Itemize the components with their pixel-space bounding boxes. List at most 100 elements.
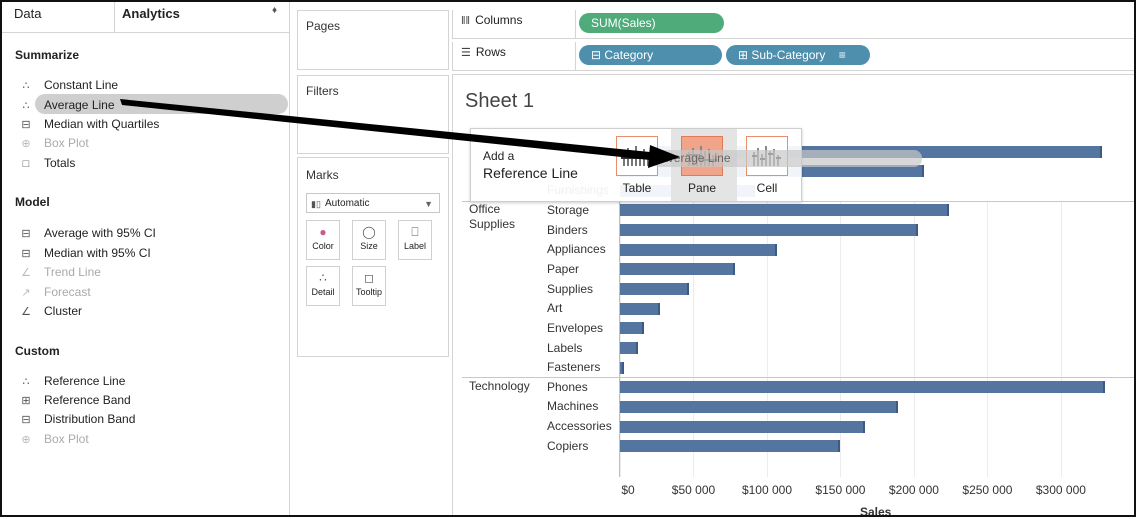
- cell-option-label: Cell: [756, 181, 778, 195]
- analytics-item-reference-band[interactable]: ⊞ Reference Band: [18, 391, 131, 409]
- bar-appliances[interactable]: [620, 244, 777, 256]
- analytics-item-label: Cluster: [44, 304, 83, 318]
- analytics-item-box-plot: ⊕ Box Plot: [18, 134, 89, 152]
- analytics-item-label: Totals: [44, 156, 76, 170]
- label-button[interactable]: ⎕ Label: [398, 220, 432, 260]
- analytics-item-distribution-band[interactable]: ⊟ Distribution Band: [18, 410, 135, 428]
- category-pill[interactable]: ⊟ Category: [579, 45, 722, 65]
- subcategory-label: Labels: [547, 341, 583, 355]
- sub-category-pill[interactable]: ⊞ Sub-Category ≡: [726, 45, 870, 65]
- analytics-item-label: Forecast: [44, 285, 91, 299]
- sheet-title[interactable]: Sheet 1: [465, 90, 534, 113]
- custom-section-title: Custom: [15, 344, 60, 358]
- bar-labels[interactable]: [620, 342, 638, 354]
- rows-shelf[interactable]: ☰ Rows ⊟ Category ⊞ Sub-Category ≡: [452, 42, 1134, 71]
- median-quartiles-icon: ⊟: [21, 119, 31, 131]
- size-icon: ◯: [362, 225, 376, 239]
- bar-chart-icon: ▮▯: [311, 199, 321, 209]
- size-label: Size: [360, 241, 378, 251]
- forecast-icon: ↗: [21, 287, 31, 299]
- bar-envelopes[interactable]: [620, 322, 644, 334]
- color-button[interactable]: ● Color: [306, 220, 340, 260]
- tab-data[interactable]: Data: [14, 2, 41, 32]
- analytics-item-reference-line[interactable]: ∴ Reference Line: [18, 372, 126, 390]
- tooltip-icon: ◻: [364, 271, 374, 285]
- analytics-item-label: Average with 95% CI: [44, 226, 156, 240]
- box-plot-icon: ⊕: [21, 434, 31, 446]
- mark-type-value: Automatic: [325, 198, 370, 209]
- pane-tabs: Data Analytics ♦: [2, 2, 289, 33]
- gridline: [1060, 202, 1062, 477]
- analytics-pane: Data Analytics ♦ Summarize ∴ Constant Line…: [2, 2, 290, 515]
- bar-storage[interactable]: [620, 204, 949, 216]
- reference-line-icon: ∴: [22, 376, 30, 388]
- analytics-item-cluster[interactable]: ∠ Cluster: [18, 302, 82, 320]
- box-plot-icon: ⊕: [21, 138, 31, 150]
- bar-binders[interactable]: [620, 224, 918, 236]
- filters-card[interactable]: Filters: [297, 75, 449, 154]
- bar-copiers[interactable]: [620, 440, 840, 452]
- model-section-title: Model: [15, 195, 50, 209]
- x-tick-label: $300 000: [1035, 483, 1086, 497]
- median-ci-icon: ⊟: [21, 248, 31, 260]
- subcategory-label: Machines: [547, 399, 599, 413]
- tableau-window: Data Analytics ♦ Summarize ∴ Constant Line…: [0, 0, 1136, 517]
- tooltip-label: Tooltip: [355, 287, 382, 297]
- bar-fasteners[interactable]: [620, 362, 624, 374]
- pages-title: Pages: [306, 19, 341, 33]
- tab-analytics[interactable]: Analytics: [122, 2, 180, 32]
- tooltip-button[interactable]: ◻ Tooltip: [352, 266, 386, 306]
- bar-phones[interactable]: [620, 381, 1105, 393]
- tab-menu-icon[interactable]: ♦: [272, 5, 277, 16]
- analytics-item-label: Reference Band: [44, 393, 131, 407]
- bar-supplies[interactable]: [620, 283, 689, 295]
- trend-line-icon: ∠: [21, 267, 31, 279]
- table-option-label: Table: [622, 181, 652, 195]
- rows-label: ☰ Rows: [461, 45, 506, 59]
- sum-sales-pill[interactable]: SUM(Sales): [579, 13, 724, 33]
- size-button[interactable]: ◯ Size: [352, 220, 386, 260]
- subcategory-label: Storage: [547, 203, 590, 217]
- label-icon: ⎕: [411, 225, 419, 239]
- sort-icon: ≡: [838, 48, 846, 62]
- analytics-item-median-with-95-ci[interactable]: ⊟ Median with 95% CI: [18, 244, 151, 262]
- totals-icon: □: [22, 158, 30, 170]
- detail-button[interactable]: ∴ Detail: [306, 266, 340, 306]
- analytics-item-label: Constant Line: [44, 78, 119, 92]
- drag-ghost: Average Line: [652, 150, 922, 167]
- bar-art[interactable]: [620, 303, 660, 315]
- detail-label: Detail: [311, 287, 335, 297]
- average-line-icon: ∴: [22, 100, 30, 112]
- constant-line-icon: ∴: [22, 80, 30, 92]
- category-label: Technology: [469, 379, 530, 393]
- columns-shelf[interactable]: ‖‖ Columns SUM(Sales): [452, 10, 1134, 39]
- pages-card[interactable]: Pages: [297, 10, 449, 70]
- marks-card: Marks ▮▯ Automatic ▼ ● Color ◯ Size ⎕ La…: [297, 157, 449, 357]
- analytics-item-label: Box Plot: [44, 136, 89, 150]
- x-tick-label: $100 000: [741, 483, 792, 497]
- shelf-divider: [575, 10, 576, 38]
- category-label: Office Supplies: [469, 202, 516, 231]
- analytics-item-trend-line: ∠ Trend Line: [18, 263, 101, 281]
- columns-icon: ‖‖: [461, 15, 471, 27]
- x-tick-label: $200 000: [888, 483, 939, 497]
- subcategory-label: Binders: [547, 223, 588, 237]
- analytics-item-average-with-95-ci[interactable]: ⊟ Average with 95% CI: [18, 224, 156, 242]
- columns-label-text: Columns: [475, 13, 523, 27]
- summarize-section-title: Summarize: [15, 48, 80, 62]
- detail-icon: ∴: [319, 271, 327, 285]
- sub-category-pill-label: Sub-Category: [751, 48, 826, 62]
- analytics-item-average-line[interactable]: ∴ Average Line: [18, 96, 115, 114]
- gridline: [987, 202, 989, 477]
- bar-accessories[interactable]: [620, 421, 865, 433]
- analytics-item-label: Median with 95% CI: [44, 246, 151, 260]
- popup-title-line2: Reference Line: [483, 165, 578, 181]
- analytics-item-label: Reference Line: [44, 374, 126, 388]
- analytics-item-constant-line[interactable]: ∴ Constant Line: [18, 76, 119, 94]
- bar-paper[interactable]: [620, 263, 735, 275]
- analytics-item-median-with-quartiles[interactable]: ⊟ Median with Quartiles: [18, 115, 159, 133]
- bar-machines[interactable]: [620, 401, 898, 413]
- analytics-item-totals[interactable]: □ Totals: [18, 154, 76, 172]
- subcategory-label: Fasteners: [547, 360, 601, 374]
- mark-type-select[interactable]: ▮▯ Automatic ▼: [306, 193, 440, 213]
